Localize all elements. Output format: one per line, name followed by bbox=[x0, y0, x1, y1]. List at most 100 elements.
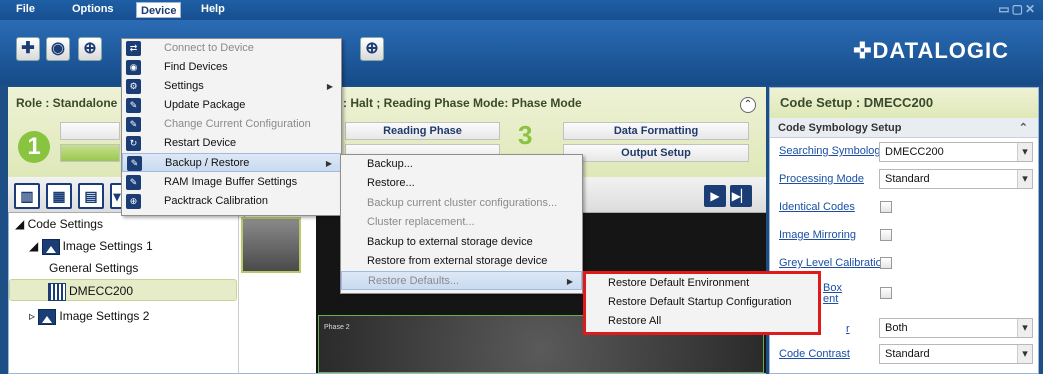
logo-text: DATALOGIC bbox=[872, 38, 1009, 63]
image-icon bbox=[41, 238, 60, 255]
menu-item-label: Restart Device bbox=[164, 137, 237, 149]
menu-help[interactable]: Help bbox=[201, 3, 225, 15]
backup-restore-icon: ✎ bbox=[127, 156, 142, 171]
window-controls[interactable]: ▭▢✕ bbox=[998, 2, 1037, 16]
play-icon[interactable]: ▶ bbox=[704, 185, 726, 207]
menu-change-configuration[interactable]: ✎ Change Current Configuration bbox=[122, 115, 341, 134]
tree-image-settings-1[interactable]: ◢ Image Settings 1 bbox=[9, 235, 237, 257]
menu-file[interactable]: File bbox=[16, 3, 35, 15]
code-symbology-section[interactable]: Code Symbology Setup ⌃ bbox=[770, 118, 1038, 138]
menu-update-package[interactable]: ✎ Update Package bbox=[122, 96, 341, 115]
connect-icon: ⇄ bbox=[126, 41, 141, 56]
menu-find-devices[interactable]: ◉ Find Devices bbox=[122, 58, 341, 77]
output-setup-button[interactable]: Output Setup bbox=[563, 144, 749, 162]
tree-code-settings[interactable]: ◢ Code Settings bbox=[9, 213, 237, 235]
partial-label[interactable]: r bbox=[846, 323, 850, 335]
image-mirroring-label[interactable]: Image Mirroring bbox=[779, 229, 856, 241]
menu-options[interactable]: Options bbox=[72, 3, 114, 15]
section-collapse-icon[interactable]: ⌃ bbox=[1019, 118, 1028, 138]
menu-restore-default-startup[interactable]: Restore Default Startup Configuration bbox=[586, 293, 818, 312]
menu-item-label: Backup / Restore bbox=[165, 157, 250, 169]
menu-item-label: Change Current Configuration bbox=[164, 118, 311, 130]
barcode-icon[interactable]: ▥ bbox=[14, 183, 40, 209]
datamatrix-icon[interactable]: ▦ bbox=[46, 183, 72, 209]
tree-image-settings-1-label: Image Settings 1 bbox=[62, 239, 153, 253]
menu-restore-external[interactable]: Restore from external storage device bbox=[341, 252, 582, 271]
searching-symbology-select[interactable]: DMECC200 bbox=[879, 142, 1033, 162]
find-device-icon[interactable]: ◉ bbox=[46, 37, 70, 61]
menu-cluster-replacement[interactable]: Cluster replacement... bbox=[341, 213, 582, 232]
section-title: Code Symbology Setup bbox=[778, 122, 902, 134]
grey-level-calibration-checkbox[interactable] bbox=[880, 257, 892, 269]
ram-buffer-icon: ✎ bbox=[126, 175, 141, 190]
menu-restart-device[interactable]: ↻ Restart Device bbox=[122, 134, 341, 153]
processing-mode-label[interactable]: Processing Mode bbox=[779, 173, 864, 185]
datalogic-logo: ✜DATALOGIC bbox=[853, 38, 1009, 64]
target-icon[interactable]: ⊕ bbox=[360, 37, 384, 61]
submenu-arrow-icon: ▶ bbox=[326, 82, 333, 91]
box-checkbox[interactable] bbox=[880, 287, 892, 299]
menu-item-label: Update Package bbox=[164, 99, 246, 111]
identical-codes-label[interactable]: Identical Codes bbox=[779, 201, 855, 213]
step-1-badge: 1 bbox=[18, 131, 50, 163]
code-contrast-select[interactable]: Standard bbox=[879, 344, 1033, 364]
menu-device[interactable]: Device bbox=[136, 2, 182, 18]
menu-bar: File Options Device Help ▭▢✕ bbox=[0, 0, 1043, 20]
step-3-badge: 3 bbox=[518, 120, 533, 150]
device-menu: ⇄ Connect to Device ◉ Find Devices ⚙ Settin… bbox=[121, 38, 342, 216]
menu-restore[interactable]: Restore... bbox=[341, 174, 582, 193]
image-icon bbox=[38, 308, 57, 325]
zoom-icon[interactable]: ⊕ bbox=[78, 37, 102, 61]
tree-general-settings[interactable]: General Settings bbox=[9, 257, 237, 279]
menu-restore-defaults[interactable]: Restore Defaults... ▶ bbox=[341, 271, 582, 290]
barcode2-icon[interactable]: ▤ bbox=[78, 183, 104, 209]
tree-dmecc200[interactable]: DMECC200 bbox=[9, 279, 237, 301]
menu-item-label: Restore Defaults... bbox=[368, 275, 460, 287]
phase-step1-progress bbox=[60, 144, 120, 162]
menu-backup-external[interactable]: Backup to external storage device bbox=[341, 233, 582, 252]
tree-general-settings-label: General Settings bbox=[49, 261, 139, 275]
menu-backup-cluster[interactable]: Backup current cluster configurations... bbox=[341, 194, 582, 213]
menu-item-label: Packtrack Calibration bbox=[164, 195, 268, 207]
add-icon[interactable]: ✚ bbox=[16, 37, 40, 61]
grey-level-calibration-label[interactable]: Grey Level Calibration bbox=[779, 257, 888, 269]
menu-connect-to-device[interactable]: ⇄ Connect to Device bbox=[122, 39, 341, 58]
code-contrast-label[interactable]: Code Contrast bbox=[779, 348, 850, 360]
menu-backup[interactable]: Backup... bbox=[341, 155, 582, 174]
menu-restore-default-environment[interactable]: Restore Default Environment bbox=[586, 274, 818, 293]
image-thumbnail[interactable] bbox=[241, 217, 301, 273]
submenu-arrow-icon: ▶ bbox=[325, 159, 332, 168]
menu-item-label: RAM Image Buffer Settings bbox=[164, 176, 298, 188]
packtrack-icon: ⊕ bbox=[126, 194, 141, 209]
processing-mode-select[interactable]: Standard bbox=[879, 169, 1033, 189]
menu-backup-restore[interactable]: ✎ Backup / Restore ▶ bbox=[122, 153, 341, 172]
settings-icon: ⚙ bbox=[126, 79, 141, 94]
backup-restore-submenu: Backup... Restore... Backup current clus… bbox=[340, 154, 583, 294]
mode-text: : Halt ; Reading Phase Mode: Phase Mode bbox=[343, 96, 582, 110]
menu-packtrack-calibration[interactable]: ⊕ Packtrack Calibration bbox=[122, 192, 341, 211]
searching-symbology-label[interactable]: Searching Symbology bbox=[779, 145, 886, 157]
collapse-icon[interactable]: ⌃ bbox=[740, 97, 756, 113]
find-devices-icon: ◉ bbox=[126, 60, 141, 75]
restart-icon: ↻ bbox=[126, 136, 141, 151]
menu-restore-all[interactable]: Restore All bbox=[586, 312, 818, 331]
tree-image-settings-2-label: Image Settings 2 bbox=[59, 309, 150, 323]
change-config-icon: ✎ bbox=[126, 117, 141, 132]
step-forward-icon[interactable]: ▶▏ bbox=[730, 185, 752, 207]
data-formatting-button[interactable]: Data Formatting bbox=[563, 122, 749, 140]
image-mirroring-checkbox[interactable] bbox=[880, 229, 892, 241]
identical-codes-checkbox[interactable] bbox=[880, 201, 892, 213]
update-package-icon: ✎ bbox=[126, 98, 141, 113]
partial-select[interactable]: Both bbox=[879, 318, 1033, 338]
menu-item-label: Settings bbox=[164, 80, 204, 92]
menu-item-label: Connect to Device bbox=[164, 42, 254, 54]
submenu-arrow-icon: ▶ bbox=[566, 277, 573, 286]
menu-ram-image-buffer[interactable]: ✎ RAM Image Buffer Settings bbox=[122, 173, 341, 192]
code-setup-header: Code Setup : DMECC200 bbox=[770, 88, 1038, 118]
menu-settings[interactable]: ⚙ Settings ▶ bbox=[122, 77, 341, 96]
box-label-2[interactable]: ent bbox=[823, 293, 838, 305]
phase-step1-button[interactable] bbox=[60, 122, 120, 140]
reading-phase-button[interactable]: Reading Phase bbox=[345, 122, 500, 140]
tree-image-settings-2[interactable]: ▹ Image Settings 2 bbox=[9, 305, 237, 327]
datamatrix-code-icon bbox=[48, 282, 66, 301]
